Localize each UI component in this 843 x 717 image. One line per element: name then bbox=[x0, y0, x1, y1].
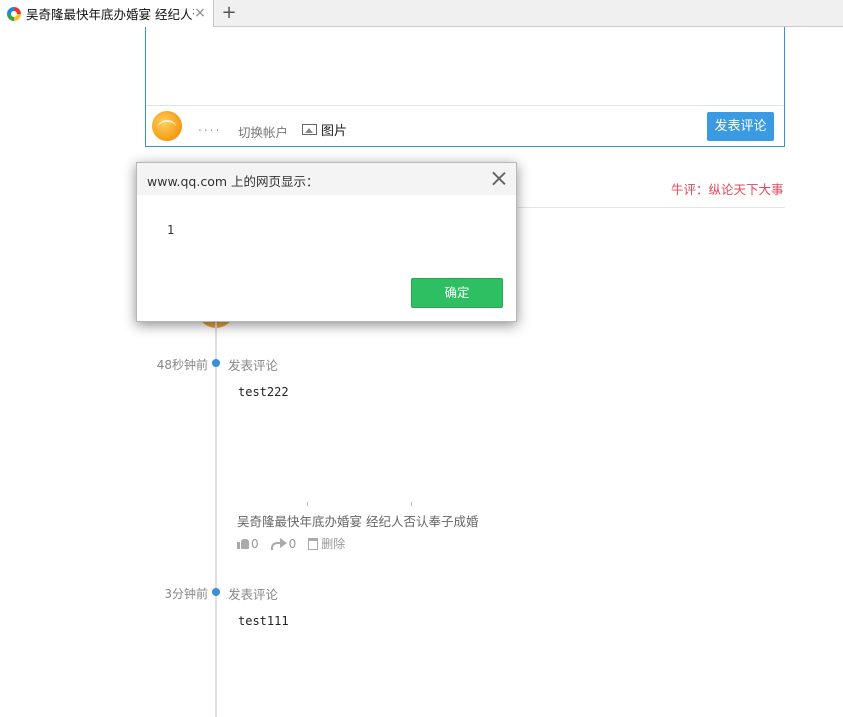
avatar[interactable] bbox=[152, 111, 182, 141]
comment-text: test111 bbox=[238, 614, 289, 628]
timeline-dot bbox=[212, 359, 220, 367]
share-arrow-icon bbox=[270, 537, 287, 550]
thumbs-up-icon bbox=[237, 538, 249, 549]
dialog-message: 1 bbox=[167, 223, 175, 237]
insert-image-button[interactable]: 图片 bbox=[302, 120, 347, 139]
insert-image-label: 图片 bbox=[321, 124, 348, 139]
article-title-link[interactable]: 吴奇隆最快年底办婚宴 经纪人否认奉子成婚 bbox=[237, 511, 478, 530]
timeline-dot bbox=[212, 588, 220, 596]
delete-label: 删除 bbox=[321, 537, 346, 551]
image-icon bbox=[302, 124, 317, 135]
alert-dialog: www.qq.com 上的网页显示： 1 确定 bbox=[136, 162, 517, 322]
entry-tools: 0 0 删除 bbox=[237, 535, 357, 552]
niuping-link[interactable]: 牛评：纵论天下大事 bbox=[671, 179, 784, 198]
browser-tab[interactable]: 吴奇隆最快年底办婚宴 经纪人否 × bbox=[0, 0, 214, 27]
switch-account-link[interactable]: 切换帐户 bbox=[238, 122, 288, 141]
composer-toolbar: .... 切换帐户 图片 发表评论 bbox=[146, 105, 784, 146]
comment-text: test222 bbox=[238, 385, 289, 399]
tab-title: 吴奇隆最快年底办婚宴 经纪人否 bbox=[26, 7, 194, 22]
share-count: 0 bbox=[288, 536, 297, 551]
submit-comment-button[interactable]: 发表评论 bbox=[707, 112, 774, 141]
delete-button[interactable]: 删除 bbox=[308, 535, 345, 552]
tab-close-icon[interactable]: × bbox=[193, 6, 207, 20]
like-button[interactable]: 0 bbox=[237, 537, 259, 551]
trash-icon bbox=[308, 537, 319, 550]
close-icon[interactable] bbox=[492, 171, 506, 185]
dialog-title: www.qq.com 上的网页显示： bbox=[147, 174, 319, 189]
timeline-axis bbox=[215, 320, 217, 717]
entry-time: 48秒钟前 bbox=[156, 358, 208, 372]
comment-composer: .... 切换帐户 图片 发表评论 bbox=[145, 27, 785, 147]
entry-action: 发表评论 bbox=[228, 587, 279, 602]
share-button[interactable]: 0 bbox=[270, 536, 297, 551]
browser-tab-strip: 吴奇隆最快年底办婚宴 经纪人否 × + bbox=[0, 0, 843, 27]
qq-news-favicon-icon bbox=[7, 6, 21, 21]
user-nickname: .... bbox=[198, 120, 222, 134]
dialog-header: www.qq.com 上的网页显示： bbox=[137, 163, 516, 195]
like-count: 0 bbox=[251, 536, 259, 551]
divider-tick bbox=[307, 502, 308, 506]
entry-time: 3分钟前 bbox=[164, 587, 208, 601]
divider-tick bbox=[411, 502, 412, 506]
entry-action: 发表评论 bbox=[228, 358, 279, 373]
new-tab-button[interactable]: + bbox=[218, 3, 240, 25]
ok-button[interactable]: 确定 bbox=[411, 278, 503, 308]
